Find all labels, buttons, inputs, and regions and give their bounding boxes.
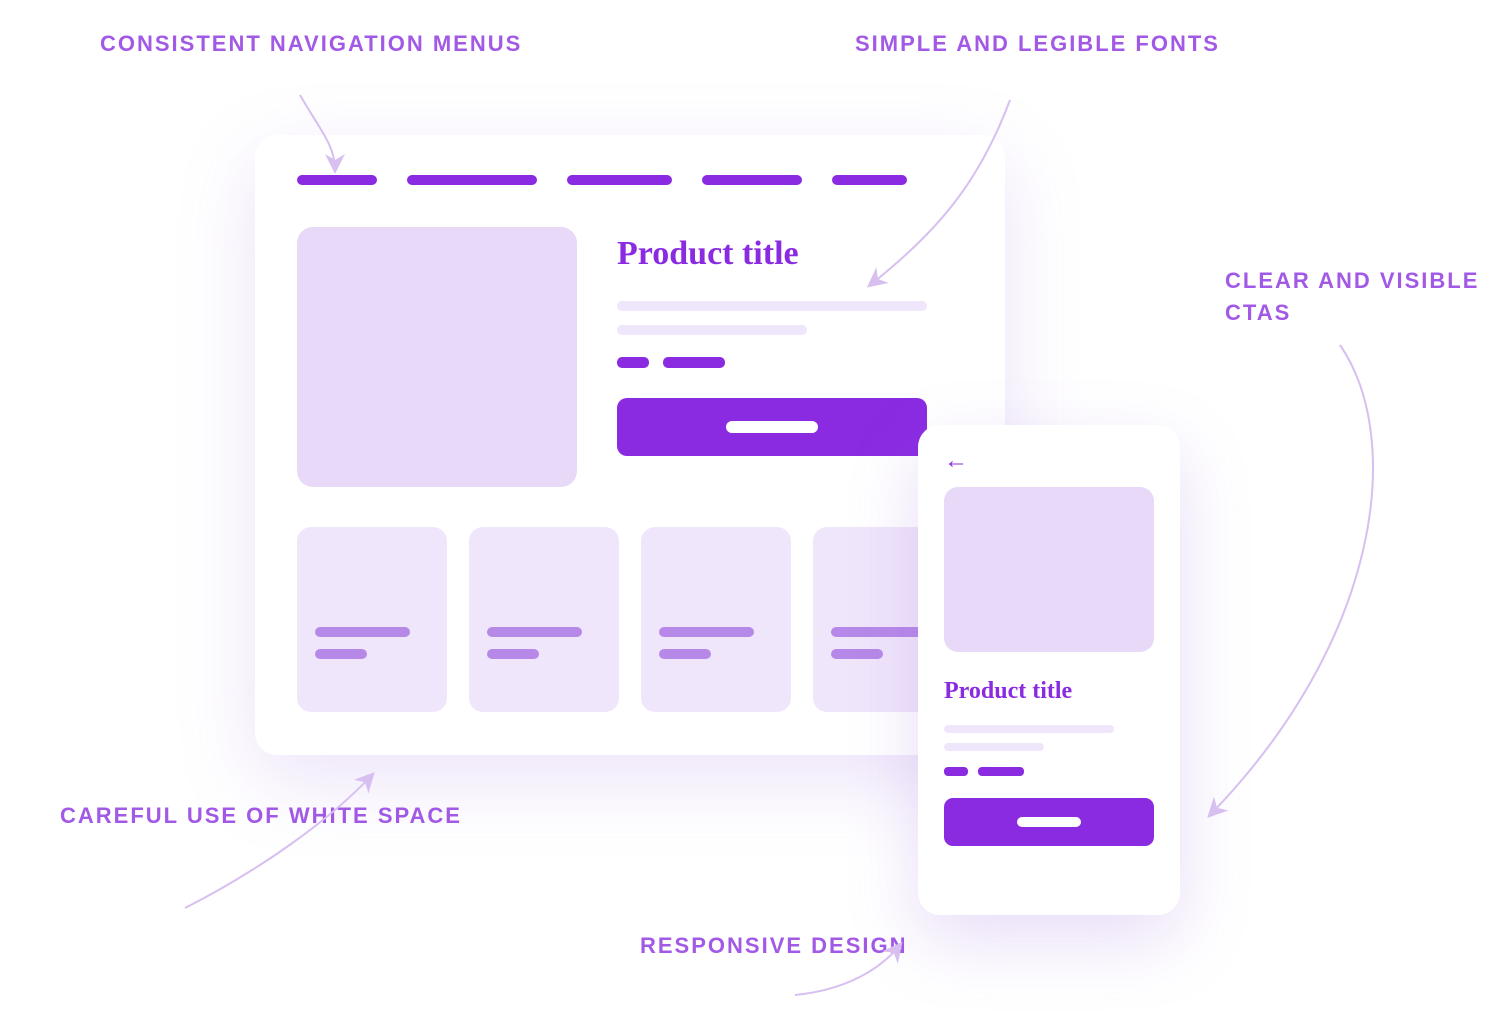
product-grid [297, 527, 963, 712]
text-line-placeholder [944, 743, 1044, 751]
product-title: Product title [617, 235, 963, 273]
meta-chip [663, 357, 725, 368]
annotation-fonts: Simple and legible fonts [855, 28, 1220, 60]
hero-section: Product title [297, 227, 963, 487]
card-text-placeholder [831, 649, 883, 659]
product-card[interactable] [297, 527, 447, 712]
primary-cta-button[interactable] [617, 398, 927, 456]
product-title: Product title [944, 678, 1154, 705]
annotation-whitespace: Careful use of white space [60, 800, 462, 832]
nav-item[interactable] [567, 175, 672, 185]
meta-chip [617, 357, 649, 368]
annotation-navigation: Consistent navigation menus [100, 28, 522, 60]
card-text-placeholder [659, 627, 754, 637]
product-details: Product title [617, 227, 963, 487]
desktop-mockup: Product title [255, 135, 1005, 755]
card-text-placeholder [831, 627, 926, 637]
card-text-placeholder [659, 649, 711, 659]
meta-chip [978, 767, 1024, 776]
product-image-placeholder [297, 227, 577, 487]
product-meta [944, 767, 1154, 776]
annotation-responsive: Responsive design [640, 930, 908, 962]
back-arrow-icon[interactable]: ← [944, 449, 1154, 473]
product-card[interactable] [469, 527, 619, 712]
card-text-placeholder [487, 649, 539, 659]
nav-item[interactable] [297, 175, 377, 185]
nav-item[interactable] [832, 175, 907, 185]
meta-chip [944, 767, 968, 776]
product-meta [617, 357, 963, 368]
annotation-ctas: Clear and visible CTAs [1225, 265, 1500, 329]
nav-item[interactable] [702, 175, 802, 185]
nav-item[interactable] [407, 175, 537, 185]
product-card[interactable] [641, 527, 791, 712]
text-line-placeholder [617, 325, 807, 335]
card-text-placeholder [315, 649, 367, 659]
text-line-placeholder [944, 725, 1114, 733]
primary-cta-button[interactable] [944, 798, 1154, 846]
product-image-placeholder [944, 487, 1154, 652]
card-text-placeholder [487, 627, 582, 637]
mobile-mockup: ← Product title [918, 425, 1180, 915]
card-text-placeholder [315, 627, 410, 637]
text-line-placeholder [617, 301, 927, 311]
navigation-bar [297, 175, 963, 185]
